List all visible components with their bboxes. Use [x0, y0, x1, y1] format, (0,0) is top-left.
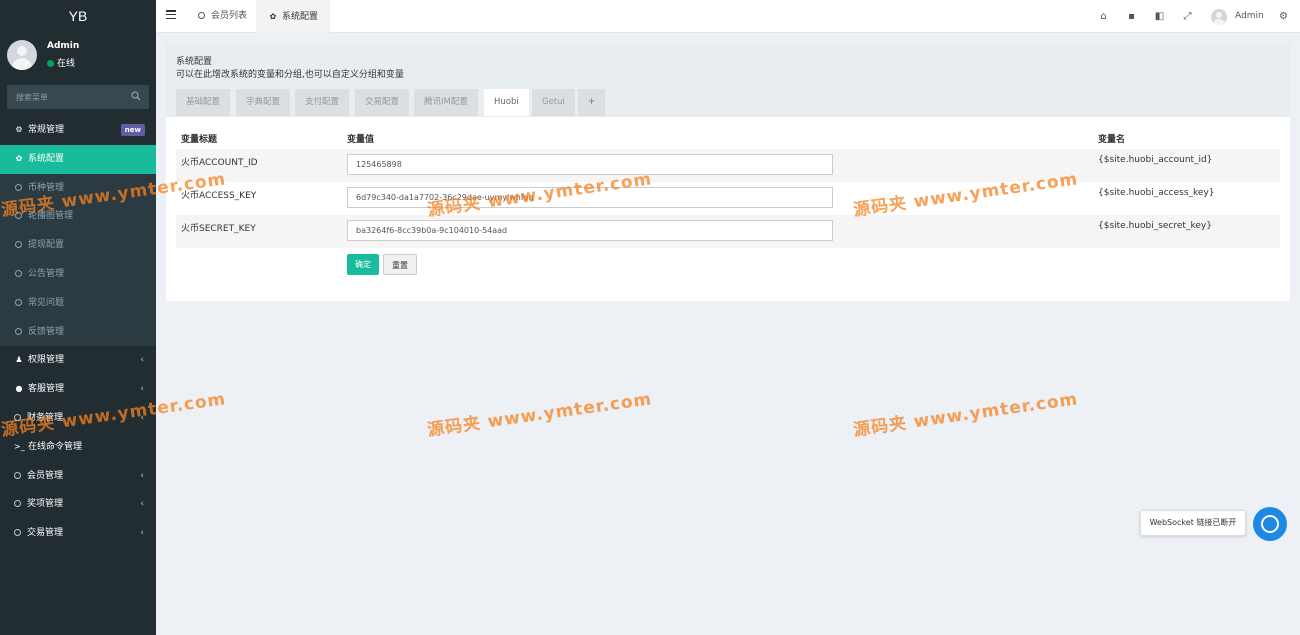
page-subtitle: 可以在此增改系统的变量和分组,也可以自定义分组和变量: [176, 70, 404, 80]
chevron-left-icon: ‹: [140, 355, 144, 366]
sidebar: YB Admin 在线 ⚙常规管理new✿系统配置币种管理轮播图管理提现配置公告…: [0, 0, 156, 635]
tab-huobi[interactable]: Huobi: [484, 89, 529, 116]
circle-icon: [14, 471, 21, 479]
new-badge: new: [120, 124, 145, 136]
sidebar-item[interactable]: 交易管理 ‹: [0, 519, 156, 548]
col-header-title: 变量标题: [181, 134, 218, 145]
menu-toggle-icon[interactable]: [166, 10, 176, 20]
sidebar-item-label: 系统配置: [28, 153, 65, 164]
row-var-name: {$site.huobi_account_id}: [1093, 149, 1280, 182]
trash-icon[interactable]: ▪: [1126, 11, 1137, 22]
menu-search: [7, 85, 149, 109]
col-header-name: 变量名: [1098, 134, 1126, 145]
header-user-name[interactable]: Admin: [1235, 0, 1264, 33]
sidebar-item-label: 权限管理: [28, 355, 65, 366]
gear-icon: ✿: [15, 153, 23, 163]
watermark: 源码夹 www.ymter.com: [852, 389, 1080, 441]
chevron-left-icon: ‹: [140, 528, 144, 539]
submit-button[interactable]: 确定: [347, 254, 379, 275]
home-icon[interactable]: ⌂: [1098, 11, 1109, 22]
table-row: 火币ACCESS_KEY {$site.huobi_access_key}: [176, 182, 1280, 215]
online-dot-icon: [47, 60, 54, 67]
search-input[interactable]: [7, 85, 127, 109]
tab-payment-config[interactable]: 支付配置: [295, 89, 350, 116]
circle-icon: [14, 529, 21, 537]
sidebar-item-label: 会员管理: [27, 470, 64, 481]
table-row: 火币SECRET_KEY {$site.huobi_secret_key}: [176, 215, 1280, 248]
row-title: 火币SECRET_KEY: [176, 215, 342, 248]
config-table: 变量标题 变量值 变量名 火币ACCOUNT_ID {$site.huobi_a…: [176, 127, 1280, 248]
fullscreen-icon[interactable]: ⤢: [1182, 11, 1193, 22]
tab-basic-config[interactable]: 基础配置: [176, 89, 231, 116]
sidebar-item[interactable]: 公告管理: [0, 259, 156, 289]
chevron-left-icon: ‹: [140, 470, 144, 481]
circle-icon: [15, 327, 22, 335]
header-avatar[interactable]: [1211, 9, 1227, 25]
sidebar-item[interactable]: 常见问题: [0, 288, 156, 318]
sidebar-item-label: 反馈管理: [28, 326, 65, 337]
circle-icon: [15, 183, 22, 191]
row-var-name: {$site.huobi_access_key}: [1098, 188, 1215, 198]
user-status-label: 在线: [57, 59, 76, 69]
page-title: 系统配置: [176, 57, 213, 67]
sidebar-item-label: 公告管理: [28, 268, 65, 279]
sidebar-item[interactable]: 会员管理 ‹: [0, 462, 156, 491]
sidebar-item[interactable]: 反馈管理: [0, 317, 156, 347]
tab-trade-config[interactable]: 交易配置: [355, 89, 410, 116]
users-icon: ♟: [15, 355, 23, 365]
user-name: Admin: [47, 41, 80, 51]
tab-dict-config[interactable]: 字典配置: [236, 89, 291, 116]
sidebar-item[interactable]: ⚙ 常规管理 new: [0, 116, 156, 145]
brand-logo[interactable]: YB: [0, 0, 156, 33]
gear-icon: ✿: [269, 12, 277, 21]
language-icon[interactable]: ◧: [1154, 11, 1165, 22]
circle-icon: [14, 500, 21, 508]
col-header-value: 变量值: [347, 134, 375, 145]
top-navbar: 会员列表 ✿ 系统配置 ⌂ ▪ ◧ ⤢ Admin ⚙: [156, 0, 1300, 33]
chevron-left-icon: ‹: [140, 499, 144, 510]
user-panel: Admin 在线: [0, 33, 156, 79]
settings-icon[interactable]: ⚙: [1278, 11, 1289, 22]
config-panel: 系统配置 可以在此增改系统的变量和分组,也可以自定义分组和变量 基础配置 字典配…: [166, 43, 1290, 301]
sidebar-item-label: 在线命令管理: [28, 441, 83, 452]
sidebar-item-label: 奖项管理: [27, 499, 64, 510]
user-status: 在线: [47, 56, 75, 69]
sidebar-item-label: 交易管理: [27, 528, 64, 539]
circle-icon: [15, 241, 22, 249]
sidebar-item[interactable]: ✿ 系统配置: [0, 144, 156, 174]
tab-tencent-im-config[interactable]: 腾讯IM配置: [414, 89, 478, 116]
circle-icon: [15, 269, 22, 277]
cogs-icon: ⚙: [15, 125, 23, 134]
tab-system-config[interactable]: ✿ 系统配置: [256, 0, 331, 33]
circle-icon: [15, 298, 22, 306]
search-icon[interactable]: [131, 91, 141, 101]
sidebar-item-label: 客服管理: [28, 384, 65, 395]
sidebar-item[interactable]: 提现配置: [0, 231, 156, 260]
chat-bubble-icon[interactable]: [1253, 507, 1287, 541]
table-row: 火币ACCOUNT_ID {$site.huobi_account_id}: [176, 149, 1280, 182]
sidebar-item[interactable]: ♟ 权限管理 ‹: [0, 346, 156, 375]
row-var-name: {$site.huobi_secret_key}: [1093, 215, 1280, 248]
avatar: [7, 40, 37, 70]
sidebar-item-label: 常规管理: [28, 125, 65, 135]
tab-getui[interactable]: Getui: [532, 89, 575, 116]
add-tab-button[interactable]: +: [578, 89, 606, 116]
reset-button[interactable]: 重置: [383, 254, 417, 275]
tab-member-list[interactable]: 会员列表: [186, 0, 259, 33]
panel-heading: 系统配置 可以在此增改系统的变量和分组,也可以自定义分组和变量 基础配置 字典配…: [166, 43, 1290, 117]
comment-icon: ●: [15, 384, 23, 394]
websocket-toast: WebSocket 链接已断开: [1140, 510, 1246, 536]
sidebar-item-label: 常见问题: [28, 297, 65, 308]
watermark: 源码夹 www.ymter.com: [426, 389, 654, 441]
sidebar-item-label: 提现配置: [28, 240, 65, 251]
circle-icon: [198, 12, 205, 19]
secret-key-field[interactable]: [347, 220, 833, 241]
sidebar-item[interactable]: 奖项管理 ‹: [0, 490, 156, 519]
